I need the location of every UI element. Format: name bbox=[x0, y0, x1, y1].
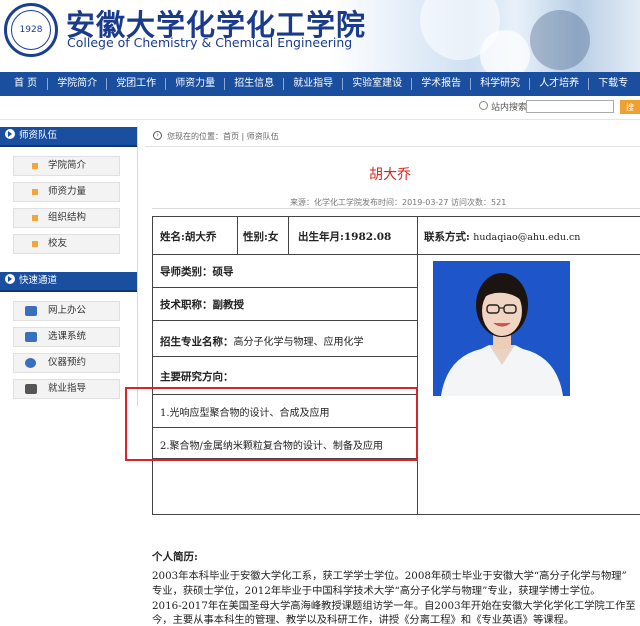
table-border bbox=[152, 287, 418, 288]
table-border bbox=[152, 254, 640, 255]
nav-item-employment[interactable]: 就业指导 bbox=[284, 72, 342, 96]
search-button[interactable]: 搜 bbox=[620, 100, 640, 114]
bio-line: 专业，获硕士学位，2012年毕业于中国科学技术大学“高分子化学与物理”专业，获理… bbox=[152, 585, 601, 597]
sidebar-item-alumni[interactable]: 校友 bbox=[13, 234, 120, 254]
nav-item-downloads[interactable]: 下载专 bbox=[589, 72, 637, 96]
nav-item-research[interactable]: 科学研究 bbox=[471, 72, 529, 96]
profile-research-label: 主要研究方向： bbox=[160, 371, 234, 383]
sidebar-item-instruments[interactable]: 仪器预约 bbox=[13, 353, 120, 373]
table-border bbox=[152, 320, 418, 321]
bullet-icon bbox=[32, 241, 38, 247]
bio-line: 2016-2017年在美国圣母大学高海峰教授课题组访学一年。自2003年开始在安… bbox=[152, 600, 636, 612]
bio-heading: 个人简历: bbox=[152, 551, 198, 563]
profile-title: 技术职称：副教授 bbox=[160, 299, 244, 311]
header-banner-image bbox=[330, 0, 640, 72]
office-icon bbox=[25, 306, 37, 316]
nav-item-seminars[interactable]: 学术报告 bbox=[412, 72, 470, 96]
sidebar-divider bbox=[137, 126, 138, 406]
bullet-icon bbox=[32, 189, 38, 195]
location-icon: › bbox=[153, 131, 162, 140]
bio-line: 2003年本科毕业于安徽大学化工系，获工学学士学位。2008年硕士毕业于安徽大学… bbox=[152, 570, 627, 582]
sidebar-item-office[interactable]: 网上办公 bbox=[13, 301, 120, 321]
table-border bbox=[288, 216, 289, 255]
highlight-box bbox=[125, 387, 418, 461]
sidebar-item-structure[interactable]: 组织结构 bbox=[13, 208, 120, 228]
nav-item-faculty[interactable]: 师资力量 bbox=[166, 72, 224, 96]
breadcrumb[interactable]: 您现在的位置：首页 | 师资队伍 bbox=[167, 131, 279, 142]
nav-item-training[interactable]: 人才培养 bbox=[530, 72, 588, 96]
email-link[interactable]: hudaqiao@ahu.edu.cn bbox=[473, 232, 580, 243]
profile-name: 姓名:胡大乔 bbox=[160, 231, 217, 243]
profile-major: 招生专业名称：高分子化学与物理、应用化学 bbox=[160, 336, 364, 348]
profile-supervisor: 导师类别：硕导 bbox=[160, 266, 234, 278]
university-logo[interactable]: 1928 bbox=[4, 3, 58, 57]
search-input[interactable] bbox=[526, 100, 614, 113]
instrument-icon bbox=[25, 358, 36, 368]
article-meta: 来源：化学化工学院发布时间：2019-03-27 访问次数：521 bbox=[290, 198, 507, 207]
sidebar-item-faculty[interactable]: 师资力量 bbox=[13, 182, 120, 202]
divider bbox=[145, 146, 640, 147]
main-nav: 首 页 学院简介 党团工作 师资力量 招生信息 就业指导 实验室建设 学术报告 … bbox=[0, 72, 640, 96]
nav-item-home[interactable]: 首 页 bbox=[0, 72, 47, 96]
site-subtitle: College of Chemistry & Chemical Engineer… bbox=[67, 35, 353, 50]
nav-item-labs[interactable]: 实验室建设 bbox=[343, 72, 411, 96]
search-label: 站内搜索 bbox=[491, 103, 528, 113]
sidebar-item-jobs[interactable]: 就业指导 bbox=[13, 379, 120, 399]
profile-gender: 性别:女 bbox=[243, 231, 279, 243]
bio-line: 今，主要从事本科生的管理、教学以及科研工作，讲授《分离工程》和《专业英语》等课程… bbox=[152, 614, 575, 626]
table-border bbox=[152, 356, 418, 357]
sidebar-item-courses[interactable]: 选课系统 bbox=[13, 327, 120, 347]
site-header: 1928 安徽大学化学化工学院 College of Chemistry & C… bbox=[0, 0, 640, 72]
table-border bbox=[417, 216, 418, 515]
profile-contact: 联系方式: hudaqiao@ahu.edu.cn bbox=[424, 231, 581, 243]
profile-birth: 出生年月:1982.08 bbox=[298, 231, 392, 243]
sidebar-header-faculty: 师资队伍 bbox=[0, 127, 137, 147]
bullet-icon bbox=[32, 215, 38, 221]
sidebar-header-quicklinks: 快速通道 bbox=[0, 272, 137, 292]
table-border bbox=[152, 216, 153, 515]
arrow-circle-icon bbox=[5, 274, 15, 284]
briefcase-icon bbox=[25, 384, 37, 394]
table-border bbox=[152, 514, 640, 515]
table-border bbox=[152, 216, 640, 217]
table-border bbox=[237, 216, 238, 255]
divider bbox=[152, 208, 640, 209]
course-icon bbox=[25, 332, 37, 342]
portrait-image bbox=[433, 261, 570, 396]
profile-photo bbox=[433, 261, 570, 396]
arrow-circle-icon bbox=[5, 129, 15, 139]
nav-item-party[interactable]: 党团工作 bbox=[107, 72, 165, 96]
nav-item-admissions[interactable]: 招生信息 bbox=[225, 72, 283, 96]
bullet-icon bbox=[32, 163, 38, 169]
page-title: 胡大乔 bbox=[369, 167, 411, 183]
sidebar-item-about[interactable]: 学院简介 bbox=[13, 156, 120, 176]
search-icon bbox=[479, 101, 488, 110]
nav-item-about[interactable]: 学院简介 bbox=[48, 72, 106, 96]
